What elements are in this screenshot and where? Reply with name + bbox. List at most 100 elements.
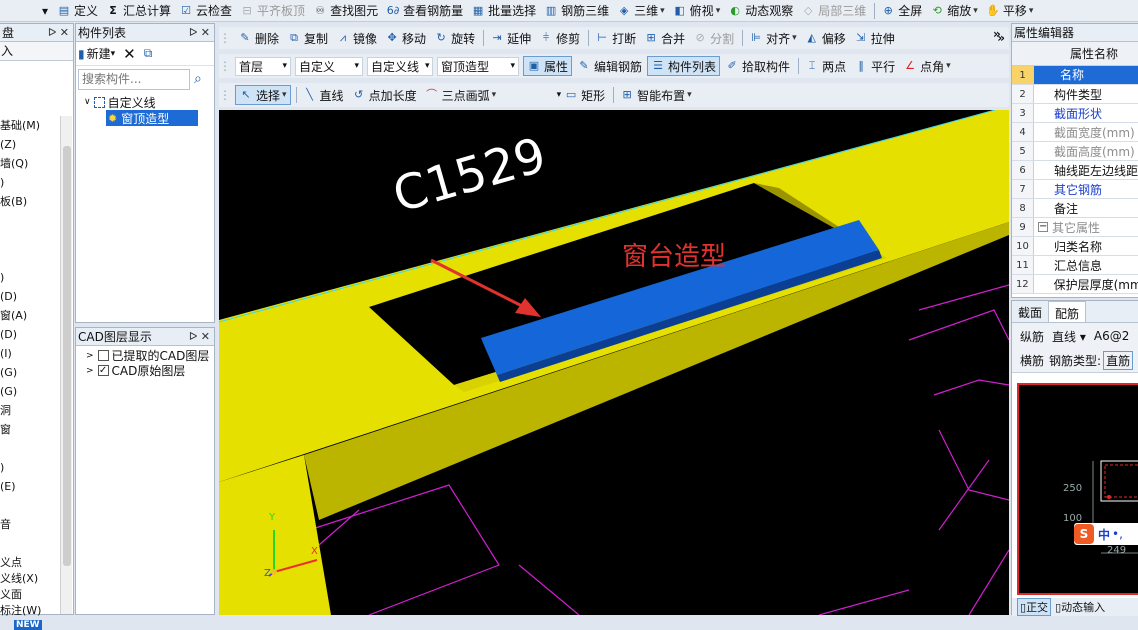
tab-section[interactable]: 截面 bbox=[1012, 301, 1048, 322]
left-nav-input[interactable]: 入 bbox=[0, 42, 73, 61]
nav-item[interactable] bbox=[0, 439, 60, 458]
cad-layer-item[interactable]: > ✓ CAD原始图层 bbox=[76, 363, 214, 378]
pin-icon[interactable]: ᐅ ✕ bbox=[48, 26, 69, 39]
define-button[interactable]: ▤ 定义 bbox=[54, 1, 101, 21]
extend-button[interactable]: ⇥ 延伸 bbox=[487, 28, 534, 48]
layer-checkbox[interactable] bbox=[97, 350, 109, 361]
property-row[interactable]: 1 名称 bbox=[1012, 66, 1138, 85]
nav-item-custom-face[interactable]: 义面 bbox=[0, 587, 60, 603]
3d-viewport[interactable]: C1529 窗台造型 Y X Z bbox=[219, 110, 1009, 615]
nav-item-custom-line[interactable]: 义线(X) bbox=[0, 571, 60, 587]
property-row[interactable]: 11 汇总信息 bbox=[1012, 256, 1138, 275]
nav-item[interactable]: (D) bbox=[0, 325, 60, 344]
line-button[interactable]: ╲ 直线 bbox=[300, 85, 347, 105]
section-drawing[interactable]: 250 100 249 S 中 •, bbox=[1017, 383, 1138, 595]
ime-toolbar[interactable]: S 中 •, bbox=[1074, 523, 1138, 545]
select-button[interactable]: ↖ 选择 bbox=[235, 85, 291, 105]
nav-item[interactable]: ) bbox=[0, 173, 60, 192]
properties-button[interactable]: ▣ 属性 bbox=[523, 56, 573, 76]
layer-checkbox-checked[interactable]: ✓ bbox=[97, 365, 109, 376]
zoom-button[interactable]: ⟲ 缩放 bbox=[927, 1, 981, 21]
component-search-input[interactable] bbox=[78, 68, 190, 90]
rebar-value-field[interactable]: A6@2 bbox=[1094, 329, 1129, 343]
component-select[interactable]: 窗顶造型 bbox=[437, 56, 519, 76]
nav-item[interactable]: 墙(Q) bbox=[0, 154, 60, 173]
rectangle-button[interactable]: ▭ 矩形 bbox=[561, 85, 608, 105]
arc-options-dropdown[interactable]: ▾ bbox=[501, 90, 562, 100]
mirror-button[interactable]: ⩘ 镜像 bbox=[333, 28, 380, 48]
delete-button[interactable]: ✎ 删除 bbox=[235, 28, 282, 48]
property-row[interactable]: 10 归类名称 bbox=[1012, 237, 1138, 256]
nav-item[interactable]: (G) bbox=[0, 363, 60, 382]
collapse-icon[interactable]: ∨ bbox=[84, 97, 91, 107]
find-element-button[interactable]: ♾ 查找图元 bbox=[310, 1, 381, 21]
edit-rebar-button[interactable]: ✎ 编辑钢筋 bbox=[574, 56, 645, 76]
nav-item[interactable]: 窗 bbox=[0, 420, 60, 439]
grip-handle[interactable]: ⋮ bbox=[219, 88, 231, 102]
new-component-button[interactable]: ▮ 新建 ▾ bbox=[78, 45, 115, 62]
local-3d-button[interactable]: ◇ 局部三维 bbox=[798, 1, 869, 21]
property-row[interactable]: 6 轴线距左边线距 bbox=[1012, 161, 1138, 180]
top-view-button[interactable]: ◧ 俯视 bbox=[670, 1, 724, 21]
tab-rebar[interactable]: 配筋 bbox=[1048, 301, 1087, 322]
rebar-3d-button[interactable]: ▥ 钢筋三维 bbox=[541, 1, 612, 21]
nav-item[interactable]: (D) bbox=[0, 287, 60, 306]
copy-component-icon[interactable]: ⧉ bbox=[144, 46, 153, 61]
delete-component-icon[interactable]: ✕ bbox=[123, 45, 136, 63]
smart-layout-button[interactable]: ⊞ 智能布置 bbox=[617, 85, 695, 105]
panel-pin-close-icon[interactable]: ᐅ ✕ bbox=[189, 330, 210, 343]
dynamic-input-toggle[interactable]: ▯动态输入 bbox=[1055, 599, 1105, 615]
copy-button[interactable]: ⧉ 复制 bbox=[284, 28, 331, 48]
align-button[interactable]: ⊫ 对齐 bbox=[746, 28, 800, 48]
3d-view-button[interactable]: ◈ 三维 bbox=[614, 1, 668, 21]
nav-item[interactable]: 窗(A) bbox=[0, 306, 60, 325]
nav-item-custom-point[interactable]: 义点 bbox=[0, 555, 60, 571]
nav-item[interactable]: ) bbox=[0, 268, 60, 287]
component-list-button[interactable]: ☰ 构件列表 bbox=[647, 56, 721, 76]
nav-item[interactable] bbox=[0, 249, 60, 268]
three-point-arc-button[interactable]: ⌒ 三点画弧 bbox=[422, 85, 500, 105]
property-row[interactable]: 8 备注 bbox=[1012, 199, 1138, 218]
toolbar-overflow-icon[interactable]: ▾ bbox=[0, 4, 54, 18]
two-point-button[interactable]: ⌶ 两点 bbox=[802, 56, 849, 76]
nav-item[interactable]: 洞 bbox=[0, 401, 60, 420]
floor-select[interactable]: 首层 bbox=[235, 56, 291, 76]
property-row[interactable]: 2 构件类型 bbox=[1012, 85, 1138, 104]
nav-item[interactable] bbox=[0, 496, 60, 515]
nav-item[interactable] bbox=[0, 534, 60, 553]
orbit-button[interactable]: ◐ 动态观察 bbox=[725, 1, 796, 21]
move-button[interactable]: ✥ 移动 bbox=[382, 28, 429, 48]
merge-button[interactable]: ⊞ 合并 bbox=[641, 28, 688, 48]
property-row[interactable]: 12 保护层厚度(mm bbox=[1012, 275, 1138, 294]
cad-layer-item[interactable]: > 已提取的CAD图层 bbox=[76, 348, 214, 363]
pick-component-button[interactable]: ✐ 拾取构件 bbox=[722, 56, 793, 76]
subtype-select[interactable]: 自定义线 bbox=[367, 56, 433, 76]
panel-pin-close-icon[interactable]: ᐅ ✕ bbox=[189, 26, 210, 39]
view-rebar-button[interactable]: 6∂ 查看钢筋量 bbox=[383, 1, 466, 21]
point-angle-button[interactable]: ∠ 点角 bbox=[900, 56, 954, 76]
expand-icon[interactable]: > bbox=[86, 351, 94, 361]
break-button[interactable]: ⊢ 打断 bbox=[592, 28, 639, 48]
property-row[interactable]: 5 截面高度(mm) bbox=[1012, 142, 1138, 161]
property-row[interactable]: 9− 其它属性 bbox=[1012, 218, 1138, 237]
nav-item[interactable] bbox=[0, 211, 60, 230]
grip-handle[interactable]: ⋮ bbox=[219, 59, 231, 73]
search-icon[interactable]: ⌕ bbox=[194, 71, 202, 87]
nav-item[interactable]: 音 bbox=[0, 515, 60, 534]
point-length-button[interactable]: ↺ 点加长度 bbox=[349, 85, 420, 105]
property-row[interactable]: 3 截面形状 bbox=[1012, 104, 1138, 123]
pan-button[interactable]: ✋ 平移 bbox=[983, 1, 1037, 21]
tree-node-window-top[interactable]: ✹ 窗顶造型 bbox=[106, 110, 198, 126]
align-slab-top-button[interactable]: ⊟ 平齐板顶 bbox=[237, 1, 308, 21]
scroll-thumb[interactable] bbox=[63, 146, 71, 566]
nav-item[interactable]: 基础(M) bbox=[0, 116, 60, 135]
nav-item[interactable]: ) bbox=[0, 458, 60, 477]
collapse-group-icon[interactable]: − bbox=[1038, 222, 1048, 232]
right-panel-more-icon[interactable]: » bbox=[993, 27, 1001, 41]
left-nav-scrollbar[interactable] bbox=[60, 116, 72, 614]
stretch-button[interactable]: ⇲ 拉伸 bbox=[851, 28, 898, 48]
parallel-button[interactable]: ‖ 平行 bbox=[851, 56, 898, 76]
nav-item-dimension[interactable]: 标注(W) bbox=[0, 603, 60, 619]
property-row[interactable]: 7 其它钢筋 bbox=[1012, 180, 1138, 199]
nav-item[interactable] bbox=[0, 230, 60, 249]
